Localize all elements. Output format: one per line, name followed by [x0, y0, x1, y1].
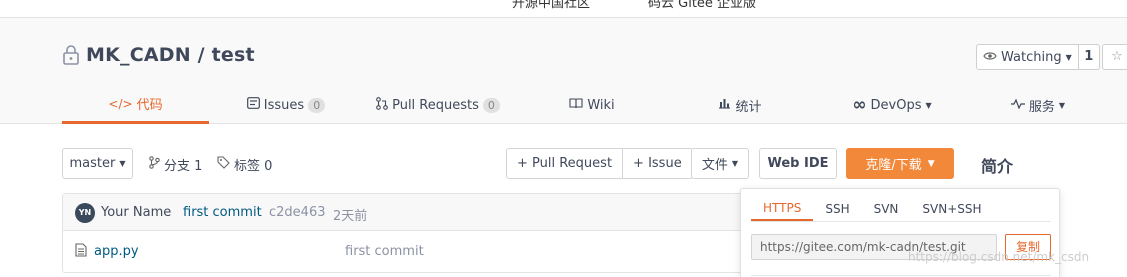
pulse-icon — [1010, 98, 1025, 113]
commit-hash[interactable]: c2de463 — [269, 205, 325, 220]
tab-ssh[interactable]: SSH — [813, 197, 861, 221]
new-pull-request-button[interactable]: + Pull Request — [506, 148, 624, 179]
chevron-down-icon: ▼ — [927, 158, 935, 169]
commit-message[interactable]: first commit — [183, 205, 262, 220]
pull-request-icon — [376, 96, 388, 114]
web-ide-button[interactable]: Web IDE — [759, 148, 837, 179]
chevron-down-icon: ▼ — [925, 100, 932, 110]
divider — [751, 221, 1051, 222]
divider — [751, 275, 1051, 276]
chevron-down-icon: ▼ — [1058, 100, 1066, 110]
latest-commit-row: YN Your Name first commit c2de463 2天前 — [63, 194, 763, 231]
file-list: YN Your Name first commit c2de463 2天前 ap… — [62, 193, 763, 273]
avatar[interactable]: YN — [75, 203, 95, 223]
tags-link[interactable]: 标签 0 — [217, 155, 272, 174]
repo-toolbar: master ▼ 分支 1 标签 0 + Pull Request + Issu… — [0, 148, 1127, 180]
bar-chart-icon — [718, 97, 731, 113]
protocol-tabs: HTTPS SSH SVN SVN+SSH — [751, 197, 994, 221]
lock-icon — [62, 45, 80, 65]
chevron-down-icon: ▼ — [1065, 52, 1072, 62]
top-nav-fragment[interactable]: 开源中国社区 — [512, 0, 590, 11]
tab-svn[interactable]: SVN — [862, 197, 911, 221]
watermark: https://blog.csdn.net/mk_csdn — [908, 250, 1090, 264]
eye-icon — [983, 50, 997, 65]
tag-icon — [217, 156, 230, 173]
intro-heading: 简介 — [981, 157, 1014, 176]
file-commit-message[interactable]: first commit — [345, 244, 424, 259]
file-name[interactable]: app.py — [94, 244, 139, 259]
commit-time: 2天前 — [333, 209, 368, 224]
top-navigation-strip: 开源中国社区 码云 Gitee 企业版 — [0, 0, 1127, 18]
tab-label: Issues — [263, 97, 305, 113]
chevron-down-icon: ▼ — [731, 159, 739, 168]
count-badge: 0 — [482, 97, 500, 113]
create-button-group: + Pull Request + Issue — [506, 148, 693, 179]
tab-label: Pull Requests — [392, 97, 479, 113]
commit-author[interactable]: Your Name — [101, 205, 171, 220]
branches-count: 分支 1 — [164, 159, 203, 174]
count-badge: 0 — [308, 97, 326, 113]
tab-issues[interactable]: Issues 0 — [236, 86, 336, 124]
chevron-down-icon: ▼ — [119, 159, 126, 168]
new-issue-button[interactable]: + Issue — [623, 148, 693, 179]
watch-control: Watching ▼ 1 — [976, 44, 1100, 70]
infinity-icon: ∞ — [852, 95, 867, 115]
file-menu-label: 文件 — [701, 158, 728, 173]
tab-label: 代码 — [136, 98, 163, 113]
star-icon[interactable]: ☆ — [1102, 44, 1127, 70]
tab-label: Wiki — [587, 97, 615, 113]
file-menu-button[interactable]: 文件 ▼ — [691, 148, 749, 179]
issue-icon — [246, 97, 260, 113]
tab-statistics[interactable]: 统计 — [710, 86, 770, 124]
tab-label: DevOps — [870, 97, 922, 113]
tab-label: 服务 — [1028, 99, 1055, 115]
repo-title: MK_CADN / test — [62, 44, 255, 66]
tab-pull-requests[interactable]: Pull Requests 0 — [372, 86, 504, 124]
repo-tabs: </> 代码 Issues 0 Pull Requests 0 Wiki 统计 … — [0, 86, 1127, 124]
watch-label: Watching — [1001, 49, 1062, 65]
clone-label: 克隆/下载 — [865, 158, 922, 173]
code-icon: </> — [108, 96, 133, 111]
tags-count: 标签 0 — [234, 159, 273, 174]
tab-svn-ssh[interactable]: SVN+SSH — [910, 197, 993, 221]
tab-services[interactable]: 服务 ▼ — [1002, 86, 1074, 124]
file-icon — [75, 243, 87, 261]
table-row: app.py first commit — [63, 232, 763, 272]
repo-name[interactable]: MK_CADN / test — [86, 44, 255, 66]
branch-select[interactable]: master ▼ — [62, 148, 133, 179]
tab-label: 统计 — [735, 99, 762, 115]
tab-devops[interactable]: ∞ DevOps ▼ — [840, 86, 944, 124]
book-icon — [569, 97, 583, 113]
clone-download-button[interactable]: 克隆/下载 ▼ — [846, 148, 954, 179]
branch-name: master — [69, 156, 116, 171]
tab-https[interactable]: HTTPS — [751, 197, 814, 221]
branch-icon — [149, 156, 160, 173]
tab-wiki[interactable]: Wiki — [560, 86, 624, 124]
watch-count[interactable]: 1 — [1078, 44, 1100, 70]
watch-button[interactable]: Watching ▼ — [976, 44, 1079, 70]
tab-code[interactable]: </> 代码 — [62, 86, 209, 124]
top-nav-fragment[interactable]: 码云 Gitee 企业版 — [648, 0, 756, 11]
repo-header: MK_CADN / test Watching ▼ 1 ☆ </> 代码 Iss… — [0, 18, 1127, 124]
branches-link[interactable]: 分支 1 — [149, 155, 202, 174]
